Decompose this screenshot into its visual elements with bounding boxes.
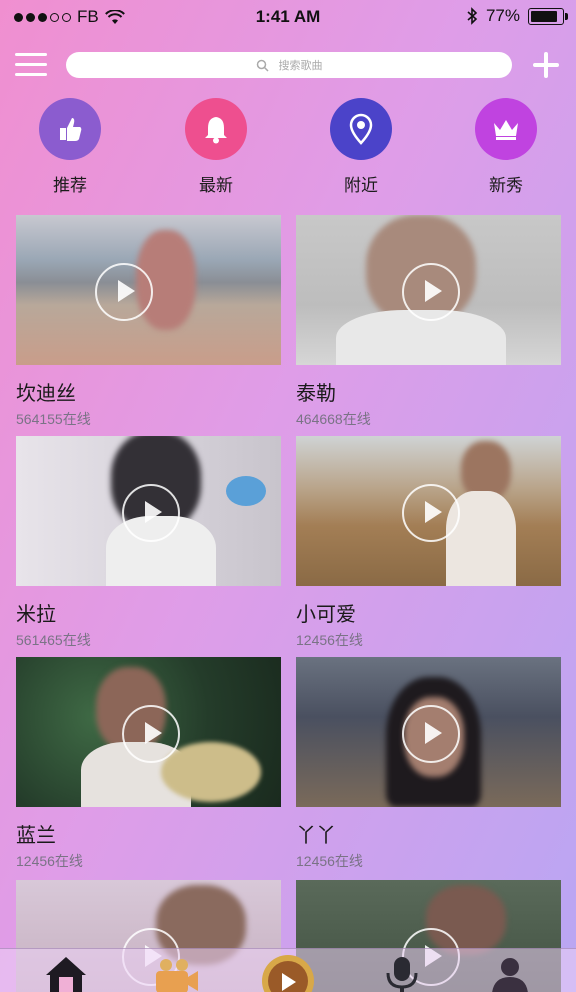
category-label: 新秀 xyxy=(489,176,523,195)
category-recommend[interactable]: 推荐 xyxy=(30,98,110,196)
add-icon[interactable] xyxy=(530,49,562,81)
streamer-name: 小可爱 xyxy=(296,604,356,626)
search-bar[interactable]: 搜索歌曲 xyxy=(66,52,512,78)
streamer-name: 蓝兰 xyxy=(16,825,56,847)
streamer-name: 丫丫 xyxy=(296,825,336,847)
stream-thumbnail xyxy=(16,436,281,586)
online-count: 12456在线 xyxy=(296,853,363,869)
stream-card[interactable]: 小可爱 12456在线 xyxy=(296,436,561,650)
bottom-tab-bar xyxy=(0,948,576,992)
search-placeholder: 搜索歌曲 xyxy=(278,60,323,72)
menu-icon[interactable] xyxy=(15,53,47,77)
live-center-icon[interactable] xyxy=(258,955,318,992)
category-rookie[interactable]: 新秀 xyxy=(466,98,546,196)
stream-card[interactable]: 坎迪丝 564155在线 xyxy=(16,215,281,429)
battery-icon xyxy=(528,7,568,25)
play-icon xyxy=(401,705,460,763)
location-pin-icon xyxy=(330,98,392,160)
online-count: 561465在线 xyxy=(16,632,91,648)
category-label: 最新 xyxy=(199,176,233,195)
online-count: 464668在线 xyxy=(296,411,371,427)
thumbs-up-icon xyxy=(39,98,101,160)
microphone-icon[interactable] xyxy=(378,955,426,992)
play-icon xyxy=(121,705,180,763)
home-icon[interactable] xyxy=(42,955,90,992)
status-bar: FB 1:41 AM 77% xyxy=(0,0,576,34)
play-icon xyxy=(95,263,153,321)
stream-thumbnail xyxy=(296,436,561,586)
status-right-group: 77% xyxy=(467,6,568,26)
streamer-name: 米拉 xyxy=(16,604,56,626)
play-icon xyxy=(401,484,460,542)
category-newest[interactable]: 最新 xyxy=(176,98,256,196)
category-label: 附近 xyxy=(344,176,378,195)
stream-card[interactable]: 丫丫 12456在线 xyxy=(296,657,561,871)
camera-icon[interactable] xyxy=(152,955,200,992)
category-nearby[interactable]: 附近 xyxy=(321,98,401,196)
profile-icon[interactable] xyxy=(486,955,534,992)
online-count: 564155在线 xyxy=(16,411,91,427)
battery-percent: 77% xyxy=(485,6,520,25)
streamer-name: 泰勒 xyxy=(296,383,336,405)
play-icon xyxy=(401,263,460,321)
stream-thumbnail xyxy=(16,215,281,365)
bell-icon xyxy=(185,98,247,160)
search-icon xyxy=(256,59,269,72)
stream-card[interactable]: 泰勒 464668在线 xyxy=(296,215,561,429)
stream-card[interactable]: 米拉 561465在线 xyxy=(16,436,281,650)
bluetooth-icon xyxy=(467,7,478,25)
streamer-name: 坎迪丝 xyxy=(16,383,76,405)
stream-thumbnail xyxy=(16,657,281,807)
stream-card[interactable]: 蓝兰 12456在线 xyxy=(16,657,281,871)
crown-icon xyxy=(475,98,537,160)
online-count: 12456在线 xyxy=(16,853,83,869)
stream-thumbnail xyxy=(296,657,561,807)
app-screen: FB 1:41 AM 77% 搜索歌曲 推荐 最新 附近 新秀 坎迪丝 5641… xyxy=(0,0,576,992)
stream-thumbnail xyxy=(296,215,561,365)
online-count: 12456在线 xyxy=(296,632,363,648)
play-icon xyxy=(121,484,180,542)
category-label: 推荐 xyxy=(53,176,87,195)
